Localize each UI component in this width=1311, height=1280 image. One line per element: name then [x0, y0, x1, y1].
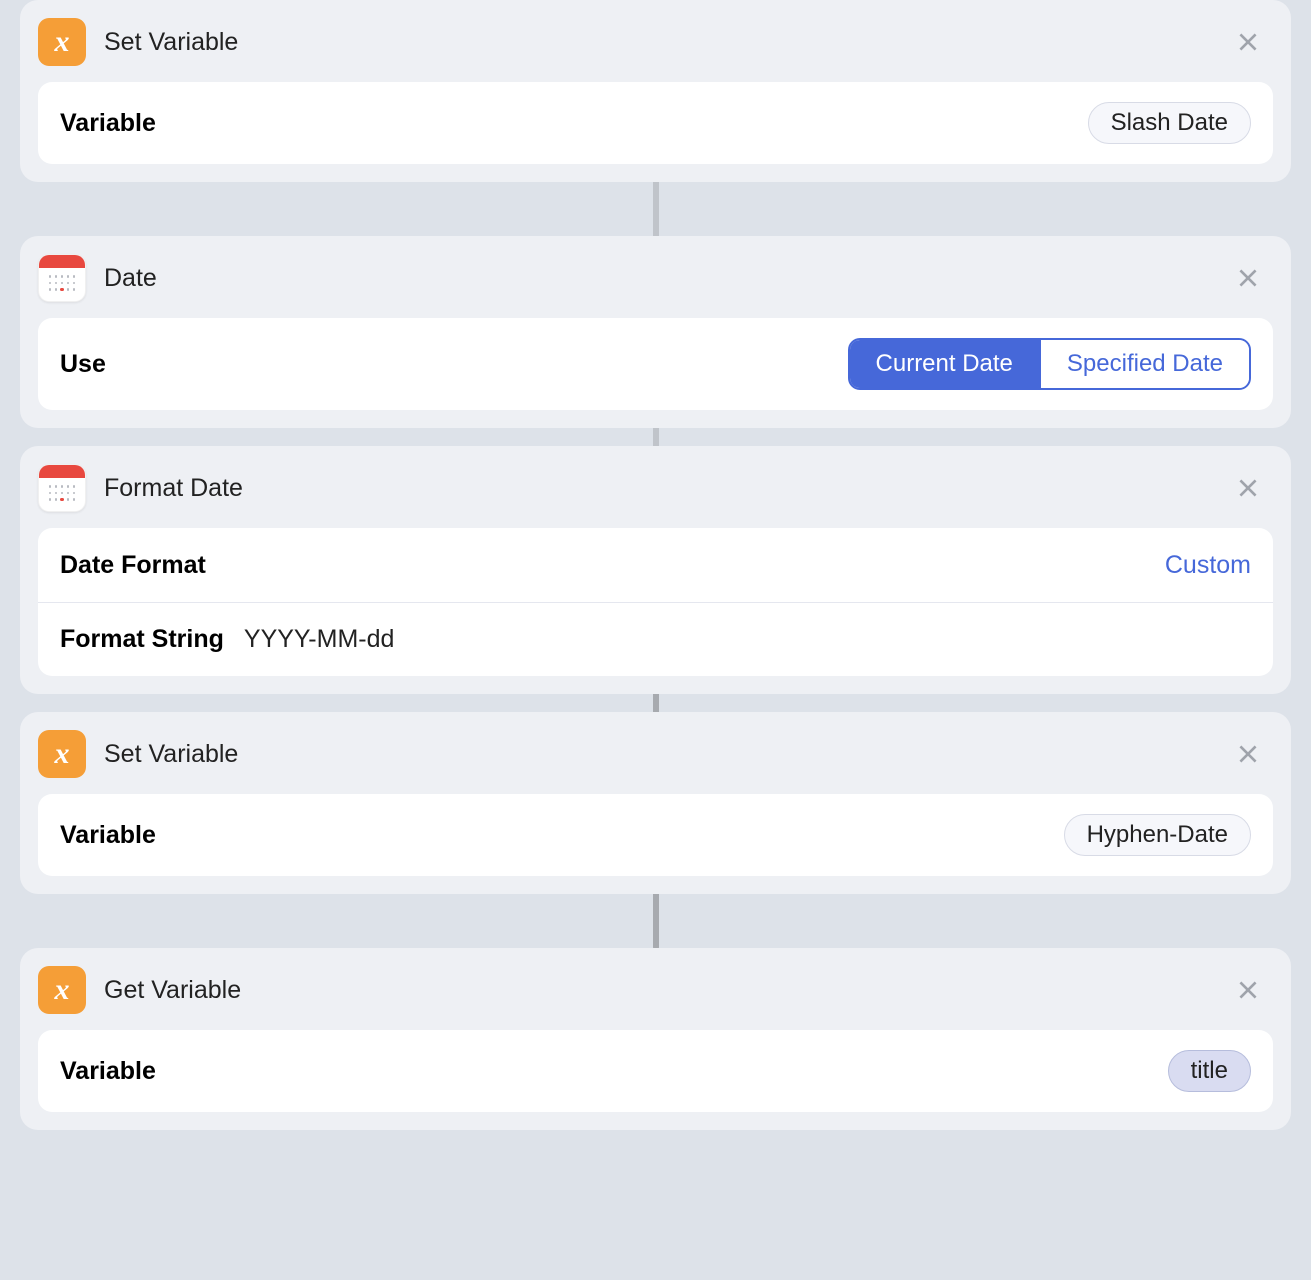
- action-body: Use Current DateSpecified Date: [38, 318, 1273, 410]
- action-header: x Set Variable: [38, 730, 1273, 794]
- param-label: Date Format: [60, 551, 206, 580]
- action-header: x Get Variable: [38, 966, 1273, 1030]
- action-body: Variable Slash Date: [38, 82, 1273, 164]
- variable-token[interactable]: title: [1168, 1050, 1251, 1092]
- param-row: Use Current DateSpecified Date: [38, 318, 1273, 410]
- action-card-set-var-1[interactable]: x Set Variable Variable Slash Date: [20, 0, 1291, 182]
- param-row: Date Format Custom: [38, 528, 1273, 602]
- variable-token[interactable]: Hyphen-Date: [1064, 814, 1251, 856]
- segmented-option[interactable]: Current Date: [850, 340, 1039, 388]
- param-row: Variable title: [38, 1030, 1273, 1112]
- action-header: x Set Variable: [38, 18, 1273, 82]
- variable-icon: x: [38, 966, 86, 1014]
- close-icon[interactable]: [1229, 971, 1267, 1009]
- param-value-link[interactable]: Custom: [1165, 551, 1251, 580]
- action-header: Date: [38, 254, 1273, 318]
- action-title: Set Variable: [104, 740, 1211, 769]
- action-card-get-var[interactable]: x Get Variable Variable title: [20, 948, 1291, 1130]
- variable-icon: x: [38, 730, 86, 778]
- action-card-format-date[interactable]: Format Date Date Format Custom Format Strin…: [20, 446, 1291, 694]
- action-title: Set Variable: [104, 28, 1211, 57]
- action-body: Variable Hyphen-Date: [38, 794, 1273, 876]
- action-card-set-var-2[interactable]: x Set Variable Variable Hyphen-Date: [20, 712, 1291, 894]
- action-body: Date Format Custom Format String YYYY-MM-dd: [38, 528, 1273, 676]
- param-row: Format String YYYY-MM-dd: [38, 602, 1273, 676]
- action-title: Format Date: [104, 474, 1211, 503]
- param-label: Variable: [60, 821, 156, 850]
- workflow-canvas: x Set Variable Variable Slash Date Date Use Cu…: [0, 0, 1311, 1150]
- action-header: Format Date: [38, 464, 1273, 528]
- param-label: Variable: [60, 1057, 156, 1086]
- close-icon[interactable]: [1229, 735, 1267, 773]
- param-row: Variable Hyphen-Date: [38, 794, 1273, 876]
- param-label: Variable: [60, 109, 156, 138]
- param-label: Use: [60, 350, 106, 379]
- param-value-text[interactable]: YYYY-MM-dd: [244, 625, 395, 654]
- segmented-control: Current DateSpecified Date: [848, 338, 1251, 390]
- close-icon[interactable]: [1229, 23, 1267, 61]
- close-icon[interactable]: [1229, 259, 1267, 297]
- action-title: Date: [104, 264, 1211, 293]
- action-title: Get Variable: [104, 976, 1211, 1005]
- param-label: Format String: [60, 625, 224, 654]
- close-icon[interactable]: [1229, 469, 1267, 507]
- action-body: Variable title: [38, 1030, 1273, 1112]
- calendar-icon: [38, 464, 86, 512]
- segmented-option[interactable]: Specified Date: [1039, 340, 1249, 388]
- calendar-icon: [38, 254, 86, 302]
- param-row: Variable Slash Date: [38, 82, 1273, 164]
- action-card-date[interactable]: Date Use Current DateSpecified Date: [20, 236, 1291, 428]
- variable-token[interactable]: Slash Date: [1088, 102, 1251, 144]
- variable-icon: x: [38, 18, 86, 66]
